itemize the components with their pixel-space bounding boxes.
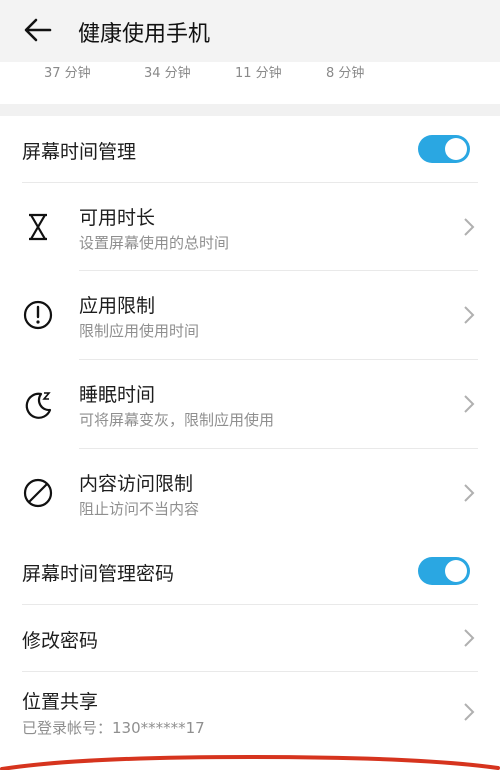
chevron-right-icon	[464, 703, 475, 721]
back-arrow-icon[interactable]	[22, 14, 54, 46]
list-item-content-restrictions[interactable]: 内容访问限制 阻止访问不当内容	[0, 449, 500, 537]
screen-time-label: 屏幕时间管理	[22, 141, 137, 163]
change-password-row[interactable]: 修改密码	[0, 605, 500, 671]
location-sharing-row[interactable]: 位置共享 已登录帐号：130******17	[0, 672, 500, 752]
usage-time-1: 37 分钟	[44, 66, 91, 81]
screen-time-toggle-row[interactable]: 屏幕时间管理	[0, 116, 500, 182]
moon-sleep-icon	[25, 392, 52, 419]
alert-circle-icon	[23, 300, 53, 330]
list-item-sleep-time[interactable]: 睡眠时间 可将屏幕变灰，限制应用使用	[0, 360, 500, 448]
chevron-right-icon	[464, 395, 475, 413]
hourglass-icon	[29, 213, 47, 241]
list-item-available-time[interactable]: 可用时长 设置屏幕使用的总时间	[0, 183, 500, 270]
page-title: 健康使用手机	[78, 22, 211, 47]
password-toggle[interactable]	[418, 557, 470, 585]
item-title: 应用限制	[79, 295, 156, 317]
item-title: 可用时长	[79, 207, 156, 229]
item-title: 内容访问限制	[79, 473, 194, 495]
chevron-right-icon	[464, 218, 475, 236]
toggle-knob	[445, 138, 467, 160]
app-bar: 健康使用手机	[0, 0, 500, 62]
usage-summary: 37 分钟 34 分钟 11 分钟 8 分钟	[0, 62, 500, 104]
chevron-right-icon	[464, 306, 475, 324]
item-subtitle: 设置屏幕使用的总时间	[79, 234, 230, 252]
usage-time-2: 34 分钟	[144, 66, 191, 81]
password-label: 屏幕时间管理密码	[22, 563, 175, 585]
section-separator	[0, 104, 500, 116]
screen-time-toggle[interactable]	[418, 135, 470, 163]
change-password-label: 修改密码	[22, 630, 99, 652]
item-title: 睡眠时间	[79, 384, 156, 406]
usage-time-4: 8 分钟	[326, 66, 365, 81]
usage-time-3: 11 分钟	[235, 66, 282, 81]
location-title: 位置共享	[22, 691, 99, 713]
red-annotation-stroke	[0, 754, 500, 770]
list-item-app-limits[interactable]: 应用限制 限制应用使用时间	[0, 271, 500, 359]
item-subtitle: 限制应用使用时间	[79, 322, 200, 340]
chevron-right-icon	[464, 629, 475, 647]
password-toggle-row[interactable]: 屏幕时间管理密码	[0, 538, 500, 604]
location-account: 已登录帐号：130******17	[22, 719, 205, 737]
toggle-knob	[445, 560, 467, 582]
chevron-right-icon	[464, 484, 475, 502]
block-icon	[23, 478, 53, 508]
item-subtitle: 可将屏幕变灰，限制应用使用	[79, 411, 275, 429]
item-subtitle: 阻止访问不当内容	[79, 500, 200, 518]
